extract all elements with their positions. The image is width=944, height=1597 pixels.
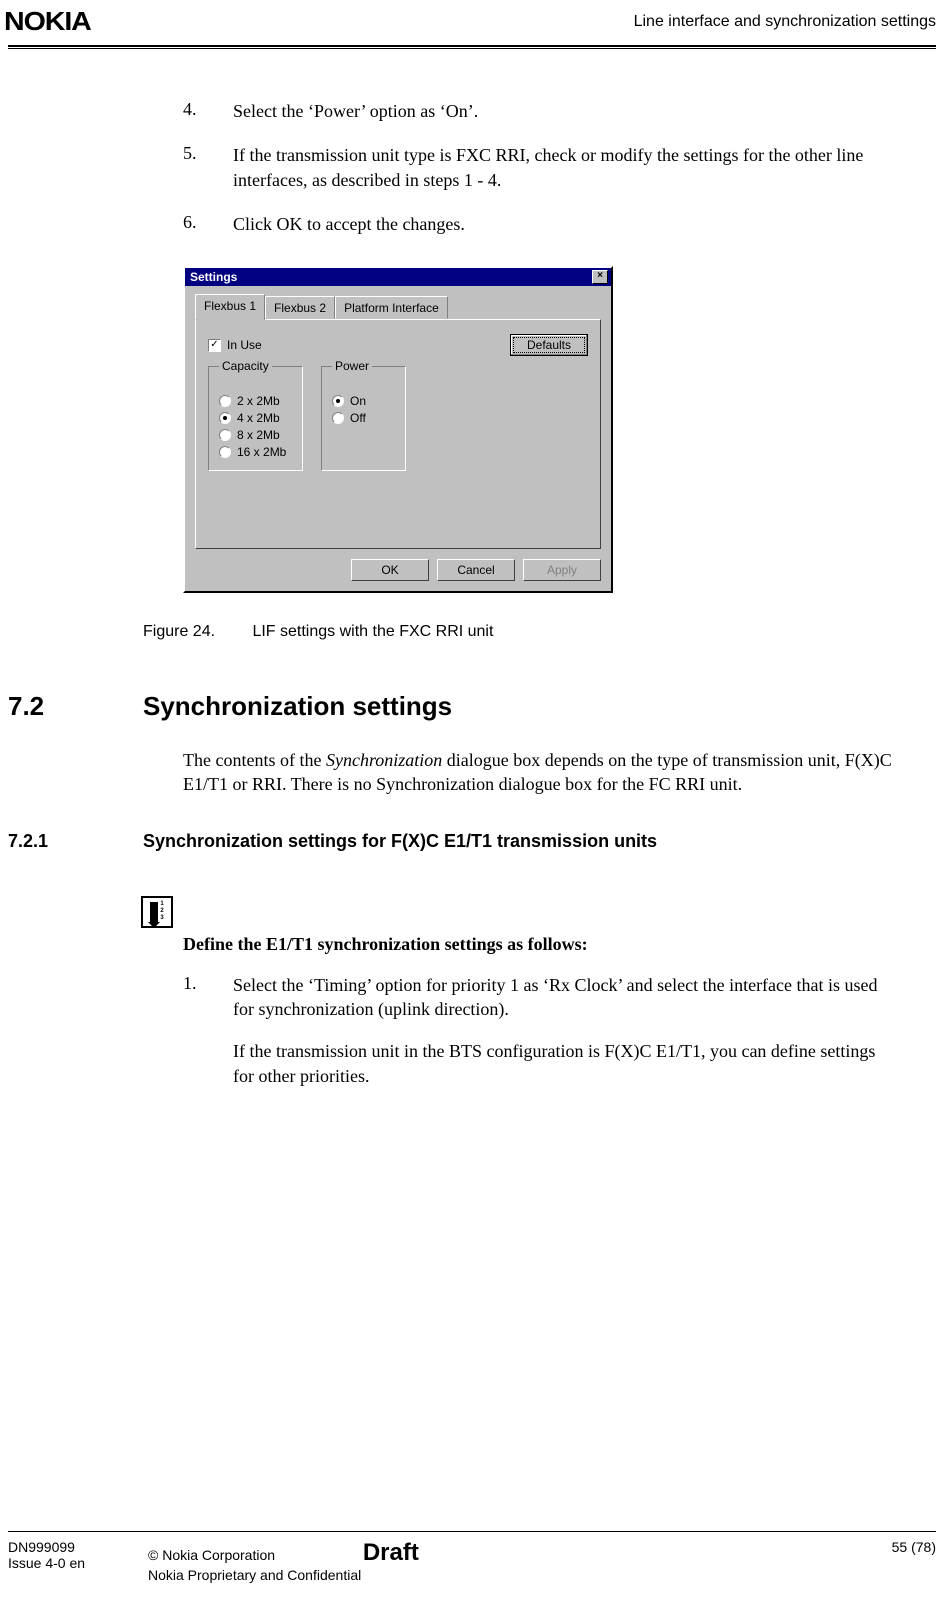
capacity-group: Capacity 2 x 2Mb 4 x 2Mb 8 x 2Mb 16 x 2M…: [208, 366, 303, 471]
in-use-label: In Use: [227, 338, 262, 352]
footer-page-number: 55 (78): [892, 1539, 936, 1555]
section-heading: Synchronization settings: [143, 691, 452, 722]
nokia-logo: NOKIA: [4, 6, 91, 37]
tab-flexbus1[interactable]: Flexbus 1: [195, 294, 265, 320]
footer-rule: [8, 1531, 936, 1533]
tab-platform-interface[interactable]: Platform Interface: [335, 296, 448, 319]
step-text: If the transmission unit type is FXC RRI…: [233, 143, 896, 192]
step-item: 1. Select the ‘Timing’ option for priori…: [183, 973, 896, 1088]
procedure-title: Define the E1/T1 synchronization setting…: [183, 934, 896, 955]
footer-issue: Issue 4-0 en: [8, 1555, 148, 1571]
radio-8x2mb[interactable]: [219, 429, 231, 441]
cancel-button[interactable]: Cancel: [437, 559, 515, 581]
header-rule: [8, 45, 936, 49]
capacity-legend: Capacity: [219, 359, 272, 373]
radio-power-on[interactable]: [332, 395, 344, 407]
figure-text: LIF settings with the FXC RRI unit: [252, 623, 493, 640]
step-text: Click OK to accept the changes.: [233, 212, 896, 236]
step-item: 6. Click OK to accept the changes.: [183, 212, 896, 236]
radio-label: 4 x 2Mb: [237, 411, 280, 425]
radio-4x2mb[interactable]: [219, 412, 231, 424]
radio-2x2mb[interactable]: [219, 395, 231, 407]
step-text: Select the ‘Power’ option as ‘On’.: [233, 99, 896, 123]
figure-label: Figure 24.: [143, 623, 248, 641]
power-legend: Power: [332, 359, 372, 373]
procedure-icon: 1 2 3: [141, 896, 173, 928]
step-text: Select the ‘Timing’ option for priority …: [233, 973, 896, 1088]
footer-copyright: © Nokia Corporation: [148, 1547, 275, 1563]
procedure-numbers: 1 2 3: [160, 901, 163, 922]
subsection-heading: Synchronization settings for F(X)C E1/T1…: [143, 831, 657, 852]
header-section-title: Line interface and synchronization setti…: [634, 13, 936, 31]
subsection-number: 7.2.1: [8, 831, 143, 852]
tab-flexbus2[interactable]: Flexbus 2: [265, 296, 335, 319]
radio-label: 8 x 2Mb: [237, 428, 280, 442]
tab-panel: ✓ In Use Defaults Capacity 2 x 2Mb 4 x 2…: [195, 319, 601, 549]
footer-doc-number: DN999099: [8, 1539, 148, 1555]
radio-label: On: [350, 394, 366, 408]
defaults-button[interactable]: Defaults: [510, 334, 588, 356]
dialog-titlebar[interactable]: Settings ×: [185, 268, 611, 286]
section-number: 7.2: [8, 691, 143, 748]
tab-strip: Flexbus 1 Flexbus 2 Platform Interface: [195, 294, 601, 319]
in-use-checkbox[interactable]: ✓: [208, 339, 221, 352]
apply-button[interactable]: Apply: [523, 559, 601, 581]
power-group: Power On Off: [321, 366, 406, 471]
section-paragraph: The contents of the Synchronization dial…: [183, 748, 896, 797]
step-number: 6.: [183, 212, 233, 236]
radio-16x2mb[interactable]: [219, 446, 231, 458]
settings-dialog: Settings × Flexbus 1 Flexbus 2 Platform …: [183, 266, 613, 593]
radio-label: Off: [350, 411, 366, 425]
figure-caption: Figure 24. LIF settings with the FXC RRI…: [143, 623, 896, 641]
step-number: 5.: [183, 143, 233, 192]
step-item: 4. Select the ‘Power’ option as ‘On’.: [183, 99, 896, 123]
page-footer: DN999099 Issue 4-0 en © Nokia Corporatio…: [8, 1531, 936, 1583]
step-number: 4.: [183, 99, 233, 123]
ok-button[interactable]: OK: [351, 559, 429, 581]
footer-draft: Draft: [363, 1539, 419, 1566]
radio-label: 16 x 2Mb: [237, 445, 286, 459]
footer-confidential: Nokia Proprietary and Confidential: [148, 1567, 892, 1583]
radio-label: 2 x 2Mb: [237, 394, 280, 408]
step-number: 1.: [183, 973, 233, 1088]
close-icon[interactable]: ×: [592, 270, 608, 284]
radio-power-off[interactable]: [332, 412, 344, 424]
arrow-down-icon: [150, 902, 158, 922]
dialog-title: Settings: [188, 270, 237, 284]
step-item: 5. If the transmission unit type is FXC …: [183, 143, 896, 192]
